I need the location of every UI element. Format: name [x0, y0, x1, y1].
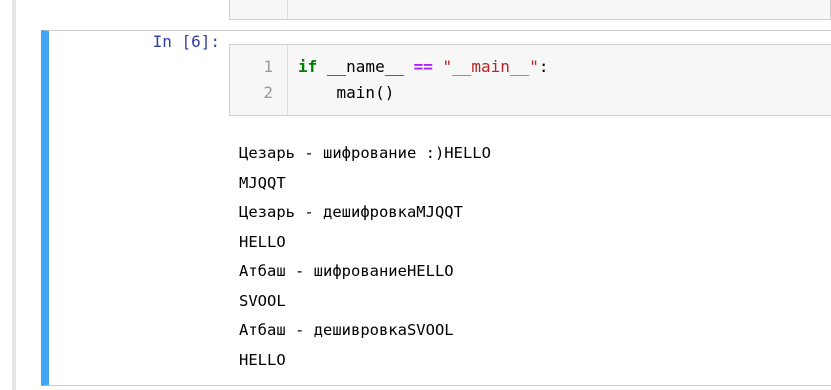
output-line: HELLO — [239, 350, 286, 369]
cell-output: Цезарь - шифрование :)HELLO MJQQT Цезарь… — [239, 139, 491, 375]
line-number: 1 — [263, 57, 273, 76]
output-line: MJQQT — [239, 173, 286, 192]
previous-cell-gutter — [230, 0, 288, 19]
code-string: "__main__" — [432, 57, 539, 76]
output-line: Цезарь - шифрование :)HELLO — [239, 144, 491, 162]
notebook-left-edge — [12, 0, 16, 390]
output-line: HELLO — [239, 232, 286, 251]
output-line: Цезарь - дешифровкаMJQQT — [239, 203, 463, 221]
code-operator: == — [413, 57, 433, 76]
output-line: Атбаш - дешивровкаSVOOL — [239, 321, 454, 339]
previous-cell-input[interactable] — [229, 0, 831, 20]
line-number-gutter: 1 2 — [230, 45, 288, 115]
line-number: 2 — [263, 83, 273, 102]
code-colon: : — [538, 57, 549, 76]
code-variable: __name__ — [317, 57, 414, 76]
code-line[interactable]: main() — [298, 83, 395, 102]
output-line: SVOOL — [239, 291, 286, 310]
output-line: Атбаш - шифрованиеHELLO — [239, 262, 454, 280]
input-prompt: In [6]: — [152, 32, 220, 51]
notebook-page: In [6]: 1 2 if __name__ == "__main__": m… — [0, 0, 831, 390]
code-editor[interactable]: 1 2 if __name__ == "__main__": main() — [229, 44, 831, 116]
keyword-if: if — [298, 57, 318, 76]
code-line[interactable]: if __name__ == "__main__": — [298, 57, 548, 76]
